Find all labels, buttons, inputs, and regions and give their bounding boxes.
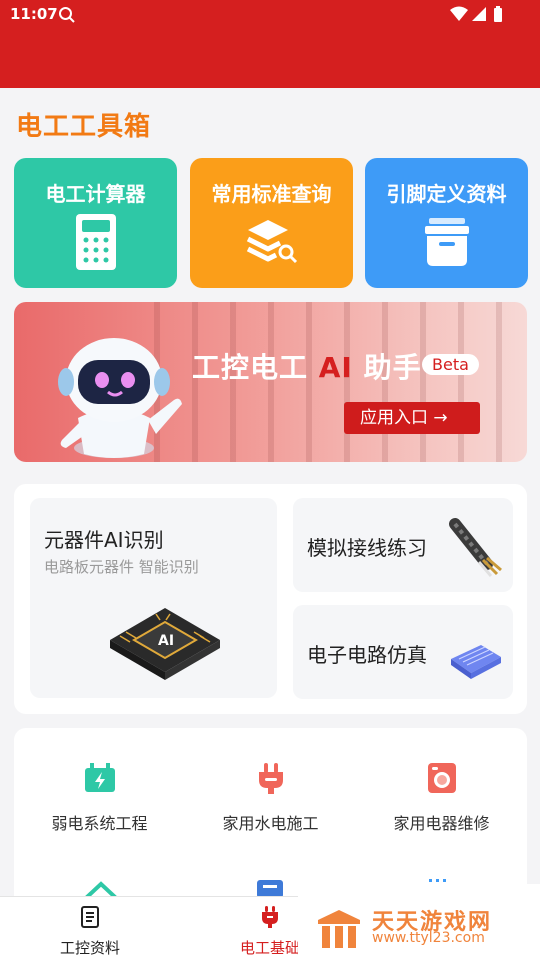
ai-chip-icon: AI (110, 608, 220, 680)
page-title: 电工工具箱 (16, 112, 152, 142)
banner-title-ai: AI (318, 351, 353, 384)
watermark-url: www.ttyl23.com (372, 930, 485, 946)
service-low-voltage-label: 弱电系统工程 (51, 814, 148, 833)
pin-definition-card-label: 引脚定义资料 (386, 182, 507, 206)
low-voltage-icon (84, 763, 115, 792)
beta-badge: Beta (422, 354, 479, 375)
battery-icon (494, 8, 502, 22)
site-watermark: 天天游戏网 www.ttyl23.com (298, 884, 540, 960)
banner-title-suffix: 助手 (363, 351, 422, 384)
wiring-practice-card[interactable]: 模拟接线练习 (293, 498, 513, 592)
standards-query-card[interactable]: 常用标准查询 (190, 158, 353, 288)
chip-board-icon (451, 645, 501, 679)
cable-icon (449, 518, 502, 577)
feature-panel: 元器件AI识别 电路板元器件 智能识别 AI 模拟接线练习 电子电路仿真 (14, 484, 527, 714)
banner-title: 工控电工 AI 助手 (192, 346, 422, 386)
status-bar: 11:07 (0, 0, 540, 88)
wifi-icon (450, 6, 468, 21)
circuit-simulation-label: 电子电路仿真 (307, 643, 427, 667)
standards-query-card-label: 常用标准查询 (211, 182, 332, 206)
circuit-simulation-card[interactable]: 电子电路仿真 (293, 605, 513, 699)
component-ai-recognition-card[interactable]: 元器件AI识别 电路板元器件 智能识别 AI (30, 498, 277, 698)
layers-search-icon (246, 220, 297, 264)
ai-recognition-title: 元器件AI识别 (44, 528, 164, 552)
robot-mascot-icon (58, 338, 182, 458)
calculator-card-label: 电工计算器 (45, 182, 146, 206)
app-entry-button[interactable]: 应用入口 → (344, 402, 480, 434)
plug-nav-icon (262, 906, 278, 928)
manual-icon (257, 880, 283, 898)
status-icons (450, 6, 502, 22)
banner-title-prefix: 工控电工 (192, 351, 309, 384)
service-plumbing-label: 家用水电施工 (222, 814, 319, 833)
wiring-practice-label: 模拟接线练习 (307, 536, 427, 560)
service-low-voltage[interactable]: 弱电系统工程 (14, 760, 185, 834)
plug-icon (258, 763, 283, 794)
service-plumbing-electrical[interactable]: 家用水电施工 (185, 760, 356, 834)
pin-definition-card[interactable]: 引脚定义资料 (365, 158, 528, 288)
nav-label-control-data: 工控资料 (59, 939, 120, 957)
signal-icon (472, 7, 486, 21)
service-appliance-repair[interactable]: 家用电器维修 (356, 760, 527, 834)
watermark-logo-icon (318, 910, 360, 948)
calculator-icon (75, 214, 116, 270)
svg-text:AI: AI (158, 633, 174, 649)
nav-item-control-data[interactable]: 工控资料 (0, 897, 180, 960)
search-icon (59, 7, 75, 23)
storage-box-icon (424, 218, 469, 266)
washing-machine-icon (427, 763, 456, 793)
document-icon (81, 906, 99, 928)
ai-assistant-banner[interactable]: 工控电工 AI 助手 Beta 应用入口 → (14, 302, 527, 462)
ai-recognition-subtitle: 电路板元器件 智能识别 (44, 558, 199, 576)
calculator-card[interactable]: 电工计算器 (14, 158, 177, 288)
service-appliance-label: 家用电器维修 (393, 814, 490, 833)
status-time: 11:07 (10, 5, 58, 23)
